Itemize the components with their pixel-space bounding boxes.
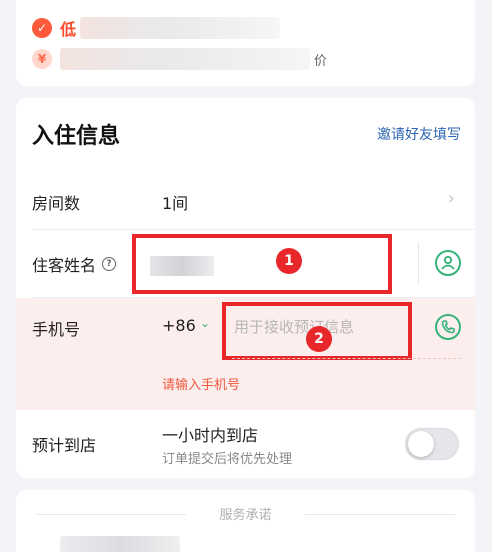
chevron-right-icon: › (447, 188, 455, 209)
rooms-value: 1间 (162, 194, 189, 213)
guest-name-row: 住客姓名 ? 1 (16, 230, 475, 298)
page-title: 入住信息 (32, 124, 121, 149)
phone-placeholder: 用于接收预订信息 (234, 318, 355, 336)
input-underline (232, 358, 461, 359)
arrival-toggle[interactable] (405, 428, 459, 460)
promo-text: 低 (60, 20, 77, 39)
arrival-label: 预计到店 (32, 436, 97, 455)
guest-name-label: 住客姓名 (32, 256, 97, 275)
blurred-content (60, 48, 310, 70)
blurred-name (150, 256, 214, 276)
vertical-divider (418, 242, 419, 284)
chevron-down-icon[interactable]: ⌄ (200, 316, 210, 330)
annotation-marker-2: 2 (306, 326, 332, 352)
blurred-content (80, 17, 281, 39)
annotation-marker-1: 1 (276, 248, 302, 274)
divider (305, 514, 455, 515)
service-card: 服务承诺 (16, 490, 475, 552)
invite-friend-link[interactable]: 邀请好友填写 (377, 124, 461, 144)
rooms-label: 房间数 (32, 194, 81, 213)
phone-label: 手机号 (32, 320, 81, 339)
arrival-value: 一小时内到店 (162, 426, 259, 445)
promo-tail: 价 (314, 53, 328, 69)
rooms-row[interactable]: 房间数 1间 › (16, 172, 475, 230)
phone-row: 手机号 +86 ⌄ 用于接收预订信息 2 请输入手机号 (16, 298, 475, 410)
coupon-icon: ¥ (32, 49, 52, 69)
arrival-row: 预计到店 一小时内到店 订单提交后将优先处理 (16, 410, 475, 478)
guest-name-input[interactable]: 1 (132, 234, 392, 294)
phone-input[interactable]: 用于接收预订信息 2 (222, 302, 412, 360)
thumbs-up-icon: ✓ (32, 18, 52, 38)
question-icon[interactable]: ? (102, 257, 117, 271)
contact-person-icon[interactable] (435, 250, 461, 276)
phone-icon[interactable] (435, 314, 461, 340)
guest-name-label-group: 住客姓名 ? (32, 252, 117, 276)
promo-row-price: ¥ 价 (32, 48, 327, 70)
blurred-content (60, 536, 180, 552)
promo-card: ✓ 低 ¥ 价 (16, 0, 475, 86)
phone-error-text: 请输入手机号 (162, 378, 241, 393)
promo-row-discount: ✓ 低 (32, 16, 281, 40)
toggle-knob (408, 431, 434, 457)
checkin-info-card: 入住信息 邀请好友填写 房间数 1间 › 住客姓名 ? 1 手机号 +86 ⌄ (16, 98, 475, 478)
arrival-subtext: 订单提交后将优先处理 (162, 452, 293, 467)
country-code-select[interactable]: +86 (162, 316, 196, 335)
